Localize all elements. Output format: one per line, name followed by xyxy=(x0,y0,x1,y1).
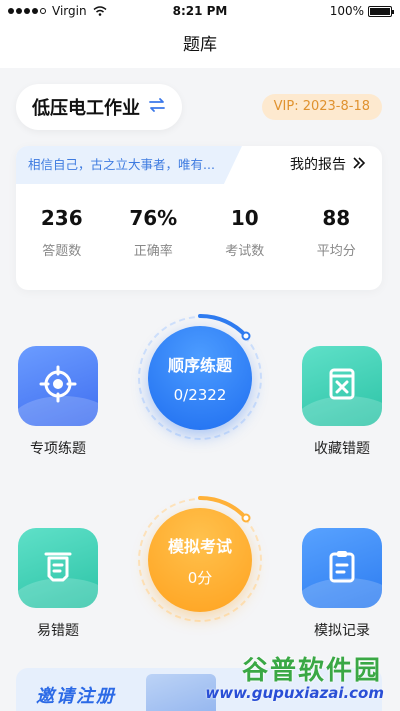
stat-value: 10 xyxy=(230,206,259,230)
stat-exams: 10 考试数 xyxy=(199,206,291,259)
stat-label: 考试数 xyxy=(225,244,265,259)
vip-badge[interactable]: VIP: 2023-8-18 xyxy=(261,94,382,120)
sequence-progress: 0/2322 xyxy=(173,386,227,404)
battery-percent: 100% xyxy=(329,4,364,18)
mistakes-button[interactable]: 易错题 xyxy=(8,528,108,640)
mock-score: 0分 xyxy=(187,568,213,587)
watermark: 谷普软件园 www.gupuxiazai.com xyxy=(205,650,390,706)
subject-switcher[interactable]: 低压电工作业 xyxy=(16,84,182,130)
double-chevron-right-icon xyxy=(352,146,366,184)
records-tile xyxy=(302,528,382,608)
records-label: 模拟记录 xyxy=(314,623,370,639)
stat-value: 76% xyxy=(129,206,178,230)
mock-records-button[interactable]: 模拟记录 xyxy=(292,528,392,640)
document-stack-icon xyxy=(38,546,78,590)
report-label: 我的报告 xyxy=(290,157,346,173)
invite-text: 邀请注册 xyxy=(36,686,116,707)
watermark-title: 谷普软件园 xyxy=(241,656,382,686)
status-bar: Virgin 8:21 PM 100% xyxy=(0,0,400,22)
favorites-button[interactable]: 收藏错题 xyxy=(292,346,392,458)
special-practice-button[interactable]: 专项练题 xyxy=(8,346,108,458)
sequence-title: 顺序练题 xyxy=(167,356,232,375)
watermark-url: www.gupuxiazai.com xyxy=(205,684,384,702)
stat-value: 88 xyxy=(322,206,351,230)
stat-label: 正确率 xyxy=(133,244,173,259)
battery-icon xyxy=(368,5,394,17)
favorites-tile xyxy=(302,346,382,426)
page-title: 题库 xyxy=(0,22,400,68)
special-practice-tile xyxy=(18,346,98,426)
stat-average: 88 平均分 xyxy=(291,206,383,259)
stat-label: 平均分 xyxy=(316,244,356,259)
target-icon xyxy=(38,364,78,408)
special-practice-label: 专项练题 xyxy=(30,441,86,457)
motto-banner: 相信自己，古之立大事者，唯有... xyxy=(16,146,242,184)
sequence-practice-button[interactable]: 顺序练题 0/2322 xyxy=(148,326,252,430)
swap-icon xyxy=(148,96,166,118)
stats-row: 236 答题数 76% 正确率 10 考试数 88 平均分 xyxy=(16,206,382,259)
favorites-label: 收藏错题 xyxy=(314,441,370,457)
stat-accuracy: 76% 正确率 xyxy=(108,206,200,259)
clipboard-icon xyxy=(322,546,362,590)
battery-group: 100% xyxy=(329,4,394,18)
my-report-link[interactable]: 我的报告 xyxy=(290,146,366,184)
stat-answered: 236 答题数 xyxy=(16,206,108,259)
subject-name: 低压电工作业 xyxy=(32,98,140,119)
mock-exam-button[interactable]: 模拟考试 0分 xyxy=(148,508,252,612)
mistakes-label: 易错题 xyxy=(37,623,79,639)
stat-label: 答题数 xyxy=(42,244,82,259)
bookmark-x-icon xyxy=(322,364,362,408)
stats-card: 相信自己，古之立大事者，唯有... 我的报告 236 答题数 76% 正确率 1… xyxy=(16,146,382,290)
mock-title: 模拟考试 xyxy=(167,536,232,556)
mistakes-tile xyxy=(18,528,98,608)
stat-value: 236 xyxy=(40,206,83,230)
